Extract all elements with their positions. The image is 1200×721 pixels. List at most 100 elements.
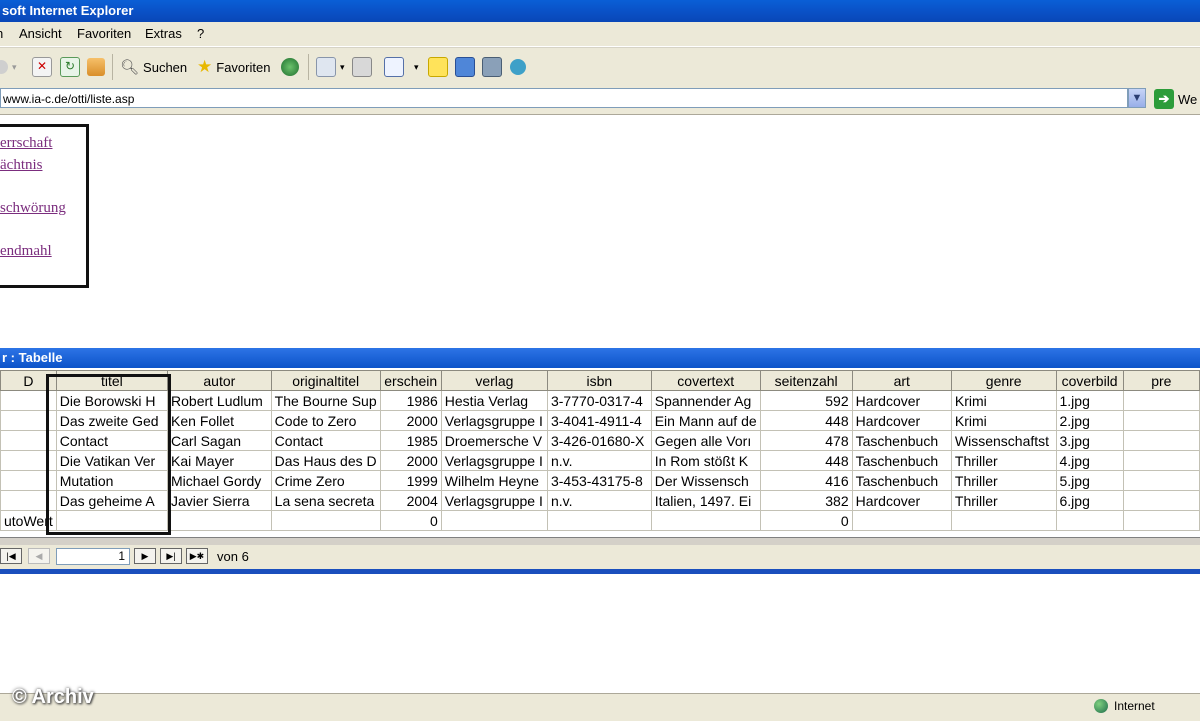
table-cell[interactable]: Wilhelm Heyne bbox=[440, 470, 548, 491]
messenger-button[interactable] bbox=[455, 56, 475, 78]
new-record-button[interactable]: ▶✱ bbox=[186, 548, 208, 564]
table-cell[interactable]: n.v. bbox=[546, 450, 652, 471]
table-cell[interactable] bbox=[1122, 430, 1200, 451]
table-cell[interactable]: 5.jpg bbox=[1055, 470, 1124, 491]
table-cell[interactable]: 448 bbox=[759, 410, 853, 431]
column-header[interactable]: isbn bbox=[546, 370, 652, 391]
table-cell[interactable]: Kai Mayer bbox=[167, 450, 272, 471]
menu-tools[interactable]: Extras bbox=[145, 26, 182, 41]
table-cell[interactable]: 1.jpg bbox=[1055, 390, 1124, 411]
table-cell[interactable]: Hardcover bbox=[851, 390, 952, 411]
table-cell[interactable]: 0 bbox=[759, 510, 853, 531]
table-cell[interactable]: Taschenbuch bbox=[851, 450, 952, 471]
table-cell[interactable]: 2004 bbox=[379, 490, 442, 511]
table-cell[interactable]: Italien, 1497. Ei bbox=[650, 490, 761, 511]
forward-button[interactable]: ▾ bbox=[0, 56, 17, 78]
table-cell[interactable]: Verlagsgruppe I bbox=[440, 410, 548, 431]
table-cell[interactable]: 3-426-01680-X bbox=[546, 430, 652, 451]
column-header[interactable]: covertext bbox=[650, 370, 761, 391]
favorites-button[interactable]: ★ Favoriten bbox=[197, 56, 270, 78]
table-cell[interactable]: Krimi bbox=[950, 390, 1057, 411]
table-cell[interactable]: 0 bbox=[379, 510, 442, 531]
table-cell[interactable]: 3-4041-4911-4 bbox=[546, 410, 652, 431]
table-row[interactable]: Contact Carl Sagan Contact 1985 Droemersche … bbox=[0, 430, 1200, 451]
column-header[interactable]: verlag bbox=[440, 370, 548, 391]
table-cell[interactable]: Hardcover bbox=[851, 410, 952, 431]
table-cell[interactable]: Verlagsgruppe I bbox=[440, 490, 548, 511]
table-cell[interactable]: Thriller bbox=[950, 490, 1057, 511]
menu-view[interactable]: Ansicht bbox=[19, 26, 62, 41]
research-button[interactable] bbox=[482, 56, 502, 78]
table-cell[interactable]: Thriller bbox=[950, 470, 1057, 491]
table-cell[interactable]: Droemersche V bbox=[440, 430, 548, 451]
column-header[interactable]: pre bbox=[1122, 370, 1200, 391]
table-cell[interactable]: 3-7770-0317-4 bbox=[546, 390, 652, 411]
table-cell[interactable]: 2.jpg bbox=[1055, 410, 1124, 431]
menu-help[interactable]: ? bbox=[197, 26, 204, 41]
table-row[interactable]: Mutation Michael Gordy Crime Zero 1999 Wilhe… bbox=[0, 470, 1200, 491]
table-cell[interactable]: 592 bbox=[759, 390, 853, 411]
table-cell[interactable]: n.v. bbox=[546, 490, 652, 511]
table-cell[interactable]: Michael Gordy bbox=[167, 470, 272, 491]
table-cell[interactable]: 1985 bbox=[379, 430, 442, 451]
column-header[interactable]: erschein bbox=[379, 370, 442, 391]
table-cell[interactable]: Wissenschaftst bbox=[950, 430, 1057, 451]
table-cell[interactable] bbox=[1122, 470, 1200, 491]
table-cell[interactable]: 416 bbox=[759, 470, 853, 491]
table-cell[interactable]: In Rom stößt K bbox=[650, 450, 761, 471]
column-header[interactable]: genre bbox=[950, 370, 1057, 391]
table-cell[interactable]: Code to Zero bbox=[270, 410, 381, 431]
table-cell[interactable]: Gegen alle Vorı bbox=[650, 430, 761, 451]
table-cell[interactable] bbox=[1122, 510, 1200, 531]
table-cell[interactable] bbox=[1122, 450, 1200, 471]
table-cell[interactable]: Taschenbuch bbox=[851, 470, 952, 491]
table-cell[interactable]: Spannender Ag bbox=[650, 390, 761, 411]
table-row[interactable]: utoWert 0 0 bbox=[0, 510, 1200, 531]
last-record-button[interactable]: ▶| bbox=[160, 548, 182, 564]
menu-file[interactable]: n bbox=[0, 26, 3, 41]
page-link[interactable]: errschaft bbox=[0, 135, 52, 152]
table-cell[interactable]: Thriller bbox=[950, 450, 1057, 471]
table-cell[interactable] bbox=[1122, 390, 1200, 411]
table-cell[interactable]: Hardcover bbox=[851, 490, 952, 511]
go-button[interactable]: ➔ We bbox=[1154, 88, 1197, 110]
table-cell[interactable]: Robert Ludlum bbox=[167, 390, 272, 411]
table-cell[interactable]: 1986 bbox=[379, 390, 442, 411]
column-header[interactable]: art bbox=[851, 370, 952, 391]
table-cell[interactable] bbox=[440, 510, 548, 531]
column-header[interactable]: originaltitel bbox=[270, 370, 381, 391]
table-cell[interactable]: 2000 bbox=[379, 410, 442, 431]
address-dropdown[interactable]: ▼ bbox=[1128, 88, 1146, 108]
table-cell[interactable]: 1999 bbox=[379, 470, 442, 491]
table-cell[interactable]: Crime Zero bbox=[270, 470, 381, 491]
record-number-input[interactable]: 1 bbox=[56, 548, 130, 565]
table-cell[interactable]: 2000 bbox=[379, 450, 442, 471]
column-header[interactable]: autor bbox=[167, 370, 272, 391]
print-button[interactable] bbox=[352, 56, 372, 78]
table-cell[interactable]: Carl Sagan bbox=[167, 430, 272, 451]
column-header[interactable]: seitenzahl bbox=[759, 370, 853, 391]
table-cell[interactable]: 478 bbox=[759, 430, 853, 451]
table-cell[interactable]: 448 bbox=[759, 450, 853, 471]
table-cell[interactable]: Taschenbuch bbox=[851, 430, 952, 451]
next-record-button[interactable]: ▶ bbox=[134, 548, 156, 564]
table-row[interactable]: Das zweite Ged Ken Follet Code to Zero 2000… bbox=[0, 410, 1200, 431]
table-cell[interactable]: 382 bbox=[759, 490, 853, 511]
menu-favorites[interactable]: Favoriten bbox=[77, 26, 131, 41]
history-button[interactable] bbox=[281, 56, 299, 78]
table-cell[interactable]: The Bourne Sup bbox=[270, 390, 381, 411]
table-cell[interactable]: 4.jpg bbox=[1055, 450, 1124, 471]
table-cell[interactable] bbox=[1055, 510, 1124, 531]
table-cell[interactable] bbox=[546, 510, 652, 531]
address-input[interactable]: www.ia-c.de/otti/liste.asp bbox=[0, 88, 1128, 108]
page-link[interactable]: schwörung bbox=[0, 200, 66, 217]
table-cell[interactable]: Verlagsgruppe I bbox=[440, 450, 548, 471]
page-link[interactable]: ächtnis bbox=[0, 157, 43, 174]
table-row[interactable]: Die Borowski H Robert Ludlum The Bourne Su… bbox=[0, 390, 1200, 411]
table-cell[interactable] bbox=[1122, 410, 1200, 431]
table-cell[interactable]: La sena secreta bbox=[270, 490, 381, 511]
column-header[interactable]: coverbild bbox=[1055, 370, 1124, 391]
table-cell[interactable]: Das Haus des D bbox=[270, 450, 381, 471]
extra-button[interactable] bbox=[510, 56, 526, 78]
edit-button[interactable]: ▾ bbox=[384, 56, 419, 78]
